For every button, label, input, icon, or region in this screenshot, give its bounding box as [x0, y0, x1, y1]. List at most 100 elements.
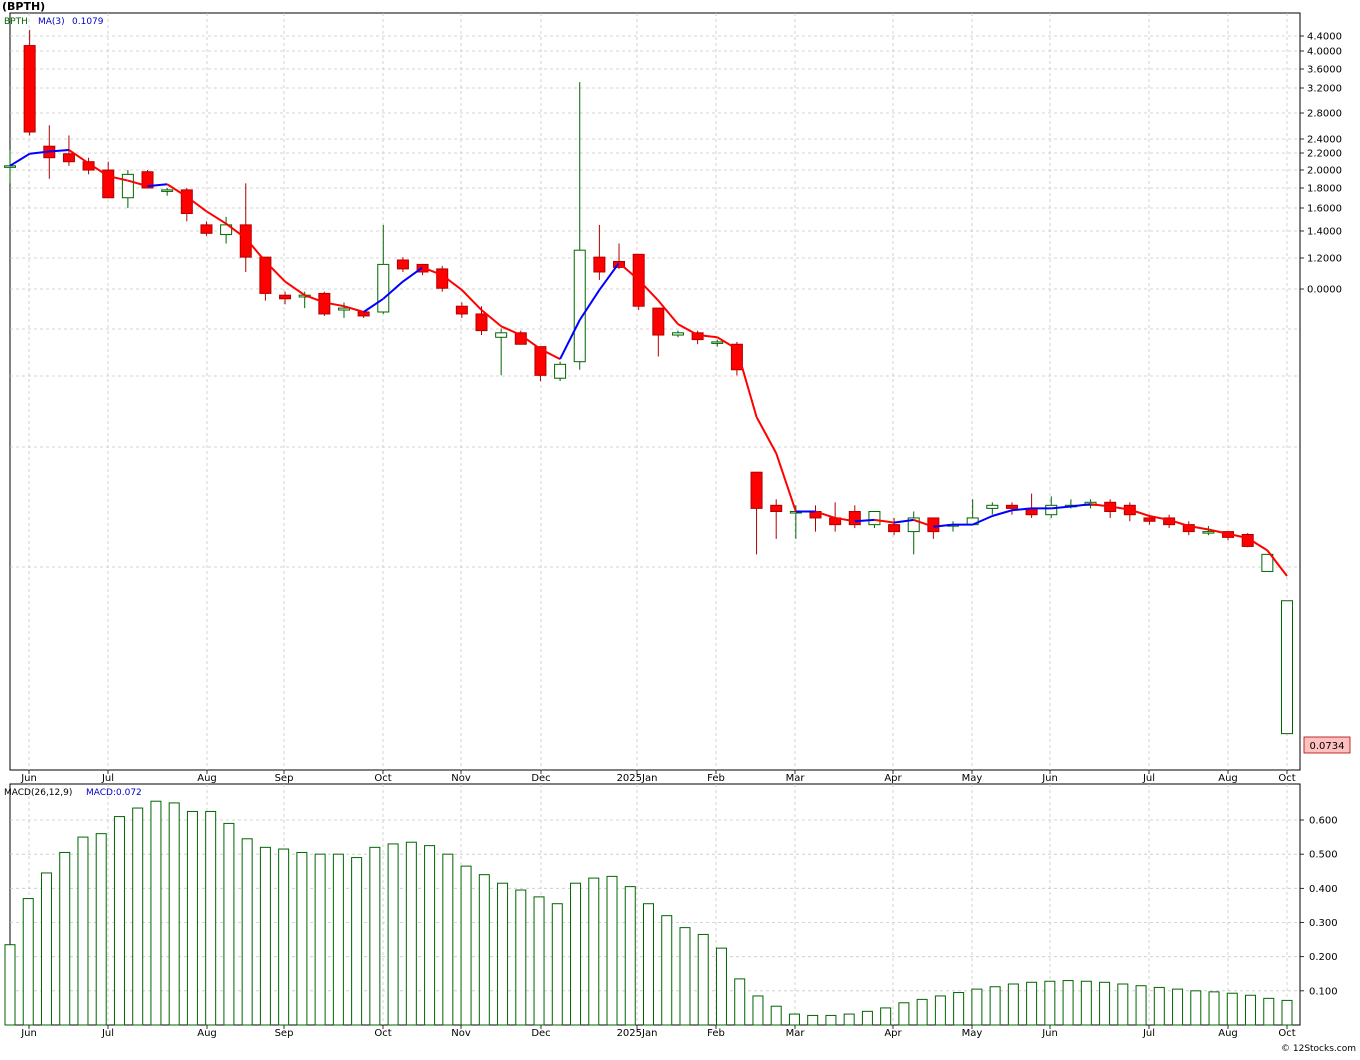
- price-x-tick-label: Aug: [1218, 773, 1238, 784]
- candle-body: [1143, 517, 1156, 522]
- macd-x-tick-label: Jun: [20, 1028, 37, 1039]
- macd-bar: [971, 988, 983, 1026]
- price-y-tick-label: 4.4000: [1307, 32, 1342, 43]
- macd-bar: [697, 933, 709, 1026]
- price-y-tick-label: 0.0000: [1307, 285, 1342, 296]
- macd-x-tick-label: Oct: [374, 1028, 391, 1039]
- macd-x-tick-label: Sep: [275, 1028, 294, 1039]
- macd-bar: [132, 807, 144, 1026]
- candle: [632, 253, 645, 311]
- macd-bar: [1245, 994, 1257, 1026]
- candle-body: [337, 307, 350, 311]
- macd-bar: [424, 845, 436, 1026]
- macd-x-tick-label: Nov: [451, 1028, 471, 1039]
- macd-bar: [788, 1013, 800, 1026]
- candle-body: [475, 313, 488, 332]
- macd-x-tick-label: Aug: [197, 1028, 217, 1039]
- candle-body: [986, 504, 999, 509]
- candle-body: [593, 256, 606, 273]
- price-y-tick-label: 4.0000: [1307, 47, 1342, 58]
- candle-body: [200, 224, 213, 234]
- price-x-tick-label: Oct: [374, 773, 391, 784]
- macd-bar: [1190, 990, 1202, 1026]
- macd-bar: [934, 995, 946, 1026]
- price-y-tick-label: 1.8000: [1307, 184, 1342, 195]
- candle-body: [573, 249, 586, 363]
- price-x-tick-label: 2025Jan: [617, 773, 658, 784]
- macd-bar: [515, 889, 527, 1026]
- candle-body: [711, 341, 724, 344]
- candle-body: [770, 504, 783, 513]
- macd-legend-value: MACD:0.072: [86, 788, 142, 798]
- macd-bar: [405, 841, 417, 1026]
- macd-bar: [113, 816, 125, 1026]
- macd-bar: [1226, 992, 1238, 1026]
- macd-bar: [369, 846, 381, 1026]
- macd-bar: [624, 886, 636, 1026]
- candle-body: [455, 305, 468, 315]
- macd-x-tick-label: 2025Jan: [617, 1028, 658, 1039]
- macd-bar: [296, 851, 308, 1026]
- candle-body: [377, 263, 390, 313]
- candle-body: [239, 224, 252, 258]
- macd-bar: [825, 1014, 837, 1026]
- macd-bar: [1208, 991, 1220, 1026]
- macd-bar: [916, 998, 928, 1026]
- candle-body: [357, 311, 370, 317]
- candle-body: [1045, 504, 1058, 516]
- macd-bar: [570, 882, 582, 1026]
- macd-x-tick-label: Aug: [1218, 1028, 1238, 1039]
- stock-chart-svg: (BPTH) 4.4000 4.0000 3.6000 3.2000 2.8000 2.4…: [0, 0, 1360, 1056]
- macd-y-tick-label: 0.100: [1309, 986, 1338, 997]
- macd-bar: [898, 1002, 910, 1026]
- price-x-tick-label: Nov: [451, 773, 471, 784]
- macd-x-tick-label: Oct: [1278, 1028, 1295, 1039]
- macd-bar: [351, 857, 363, 1026]
- macd-bar: [387, 843, 399, 1026]
- macd-bar: [588, 877, 600, 1026]
- candle-body: [868, 511, 881, 526]
- macd-bar: [1099, 981, 1111, 1026]
- macd-bar: [1263, 997, 1275, 1026]
- macd-x-tick-label: Dec: [531, 1028, 550, 1039]
- last-price-label: 0.0734: [1310, 741, 1345, 752]
- price-x-tick-label: Oct: [1278, 773, 1295, 784]
- macd-x-tick-label: Apr: [884, 1028, 902, 1039]
- price-x-tick-label: May: [962, 773, 983, 784]
- macd-bar: [332, 853, 344, 1026]
- macd-bar: [752, 995, 764, 1026]
- candle-body: [652, 307, 665, 336]
- macd-bar: [314, 853, 326, 1026]
- macd-legend-label: MACD(26,12,9): [4, 788, 72, 798]
- chart-title: (BPTH): [2, 0, 45, 13]
- candle-body: [495, 332, 508, 338]
- macd-y-tick-label: 0.200: [1309, 952, 1338, 963]
- macd-bar: [715, 947, 727, 1026]
- candle: [554, 361, 567, 382]
- macd-bar: [77, 836, 89, 1026]
- macd-bar: [40, 872, 52, 1026]
- price-y-tick-label: 2.4000: [1307, 135, 1342, 146]
- macd-bar: [4, 944, 16, 1026]
- candle-body: [671, 332, 684, 336]
- macd-y-tick-label: 0.600: [1309, 816, 1338, 827]
- macd-x-tick-label: Feb: [707, 1028, 725, 1039]
- price-y-tick-label: 1.6000: [1307, 204, 1342, 215]
- macd-x-tick-label: Jul: [1142, 1028, 1155, 1039]
- candle-body: [396, 259, 409, 270]
- price-y-tick-label: 2.0000: [1307, 166, 1342, 177]
- candle: [23, 29, 36, 136]
- macd-bar: [442, 853, 454, 1026]
- macd-bar: [186, 810, 198, 1026]
- candle-body: [62, 153, 75, 163]
- macd-bar: [1135, 985, 1147, 1026]
- stock-chart: (BPTH) 4.4000 4.0000 3.6000 3.2000 2.8000 2.4…: [0, 0, 1360, 1056]
- price-x-tick-label: Sep: [275, 773, 294, 784]
- macd-x-tick-label: May: [962, 1028, 983, 1039]
- ma-segment: [854, 518, 875, 523]
- macd-bar: [1153, 986, 1165, 1026]
- macd-bar: [533, 896, 545, 1026]
- macd-bar: [205, 810, 217, 1026]
- macd-bar: [259, 846, 271, 1026]
- macd-bar: [989, 986, 1001, 1026]
